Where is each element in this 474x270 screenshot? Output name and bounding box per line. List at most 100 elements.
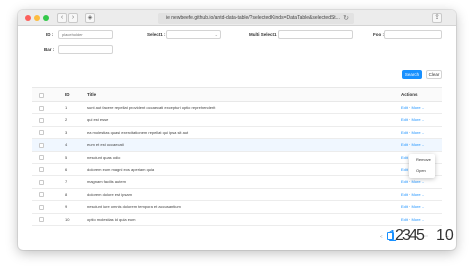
browser-window: ‹ › ◈ ie newbeefe.github.io/antd-data-ta… [18,10,456,250]
row-checkbox[interactable] [39,155,44,161]
row-id: 10 [65,216,70,222]
select-all-checkbox[interactable] [39,92,44,98]
table-row: 6 dolorem eum magni eos aperiam quia Edi… [32,164,442,177]
edit-link[interactable]: Edit [401,217,408,222]
row-id: 2 [65,117,68,123]
header-id: ID [65,92,70,97]
bar-input[interactable] [58,45,113,54]
edit-link[interactable]: Edit [401,142,408,147]
table-header: ID Title Actions [32,87,442,102]
prev-page-icon[interactable]: < [380,232,383,241]
row-checkbox[interactable] [39,142,44,148]
clear-button[interactable]: Clear [426,70,442,79]
header-actions: Actions [401,92,418,97]
row-checkbox[interactable] [39,217,44,223]
edit-link[interactable]: Edit [401,192,408,197]
edit-link[interactable]: Edit [401,105,408,110]
more-link[interactable]: More [411,217,420,222]
menu-item-open[interactable]: Open [416,168,426,173]
minimize-window-button[interactable] [34,15,40,21]
row-actions: Edit · More ⌄ [401,216,425,222]
id-label: ID : [46,32,54,37]
row-id: 7 [65,179,68,185]
chevron-down-icon: ⌄ [421,106,425,110]
more-link[interactable]: More [411,117,420,122]
chevron-down-icon: ⌄ [421,118,425,123]
chevron-down-icon: ⌄ [421,143,425,148]
forward-icon[interactable]: › [68,13,78,23]
multi-select1-label: Multi Select1 : [249,32,280,37]
table-row: 2 qui est esse Edit · More ⌄ [32,114,442,127]
table-row: 4 eum et est occaecati Edit · More ⌄ [32,139,442,152]
chevron-down-icon: ⌄ [421,217,425,222]
table-row: 3 ea molestias quasi exercitationem repe… [32,127,442,140]
close-window-button[interactable] [25,15,31,21]
row-title: nesciunt iure omnis dolorem tempora et a… [87,204,181,210]
page-last[interactable]: 10 [436,228,454,244]
zoom-window-button[interactable] [43,15,49,21]
ellipsis[interactable]: ••• [424,232,428,241]
table-row: 9 nesciunt iure omnis dolorem tempora et… [32,201,442,214]
edit-link[interactable]: Edit [401,130,408,135]
table-row: 10 optio molestias id quia eum Edit · Mo… [32,214,442,226]
select1-dropdown[interactable]: ⌄ [166,30,221,39]
row-id: 9 [65,204,68,210]
foo-input[interactable] [384,30,442,39]
row-actions: Edit · More ⌄ [401,129,425,135]
row-title: ea molestias quasi exercitationem repell… [87,129,189,135]
row-checkbox[interactable] [39,179,44,185]
page-1[interactable]: 1 [387,229,397,245]
id-input[interactable] [58,30,113,39]
row-actions: Edit · More ⌄ [401,142,425,148]
edit-link[interactable]: Edit [401,155,408,160]
share-icon[interactable]: ⇪ [432,13,442,23]
row-title: qui est esse [87,117,109,123]
table-row: 8 dolorem dolore est ipsam Edit · More ⌄ [32,189,442,202]
page-3[interactable]: 3 [402,228,411,244]
row-id: 8 [65,191,68,197]
page-4[interactable]: 4 [409,228,418,244]
row-checkbox[interactable] [39,192,44,198]
menu-item-remove[interactable]: Remove [416,157,431,162]
chevron-down-icon: ⌄ [214,32,218,37]
row-actions: Edit · More ⌄ [401,191,425,197]
edit-link[interactable]: Edit [401,167,408,172]
row-checkbox[interactable] [39,167,44,173]
shield-icon[interactable]: ◈ [85,13,95,23]
row-actions: Edit · More ⌄ [401,179,425,185]
more-link[interactable]: More [411,204,420,209]
row-checkbox[interactable] [39,130,44,136]
more-link[interactable]: More [411,130,420,135]
row-id: 6 [65,166,68,172]
row-checkbox[interactable] [39,204,44,210]
bar-label: Bar : [44,47,55,52]
row-id: 5 [65,154,68,160]
more-link[interactable]: More [411,192,420,197]
edit-link[interactable]: Edit [401,179,408,184]
header-title: Title [87,92,97,97]
edit-link[interactable]: Edit [401,204,408,209]
edit-link[interactable]: Edit [401,117,408,122]
multi-select1-dropdown[interactable] [278,30,353,39]
table-row: 1 sunt aut facere repellat provident occ… [32,102,442,115]
address-bar[interactable]: ie newbeefe.github.io/antd-data-table/?s… [158,13,354,24]
row-actions: Edit · More ⌄ [401,105,425,110]
back-icon[interactable]: ‹ [57,13,67,23]
page-5[interactable]: 5 [416,228,425,244]
row-title: eum et est occaecati [87,142,124,148]
row-checkbox[interactable] [39,105,44,111]
row-checkbox[interactable] [39,117,44,123]
more-link[interactable]: More [411,142,420,147]
row-actions: Edit · More ⌄ [401,117,425,123]
data-table: ID Title Actions 1 sunt aut facere repel… [32,87,442,226]
table-row: 7 magnam facilis autem Edit · More ⌄ [32,176,442,189]
next-page-icon[interactable]: > [446,232,449,241]
reload-icon[interactable]: ↻ [343,13,349,24]
row-actions: Edit · More ⌄ [401,204,425,210]
more-link[interactable]: More [411,179,420,184]
page-2[interactable]: 2 [395,228,404,244]
search-button[interactable]: Search [402,70,422,79]
chevron-down-icon: ⌄ [421,205,425,210]
row-title: sunt aut facere repellat provident occae… [87,105,216,110]
more-link[interactable]: More [411,105,420,110]
